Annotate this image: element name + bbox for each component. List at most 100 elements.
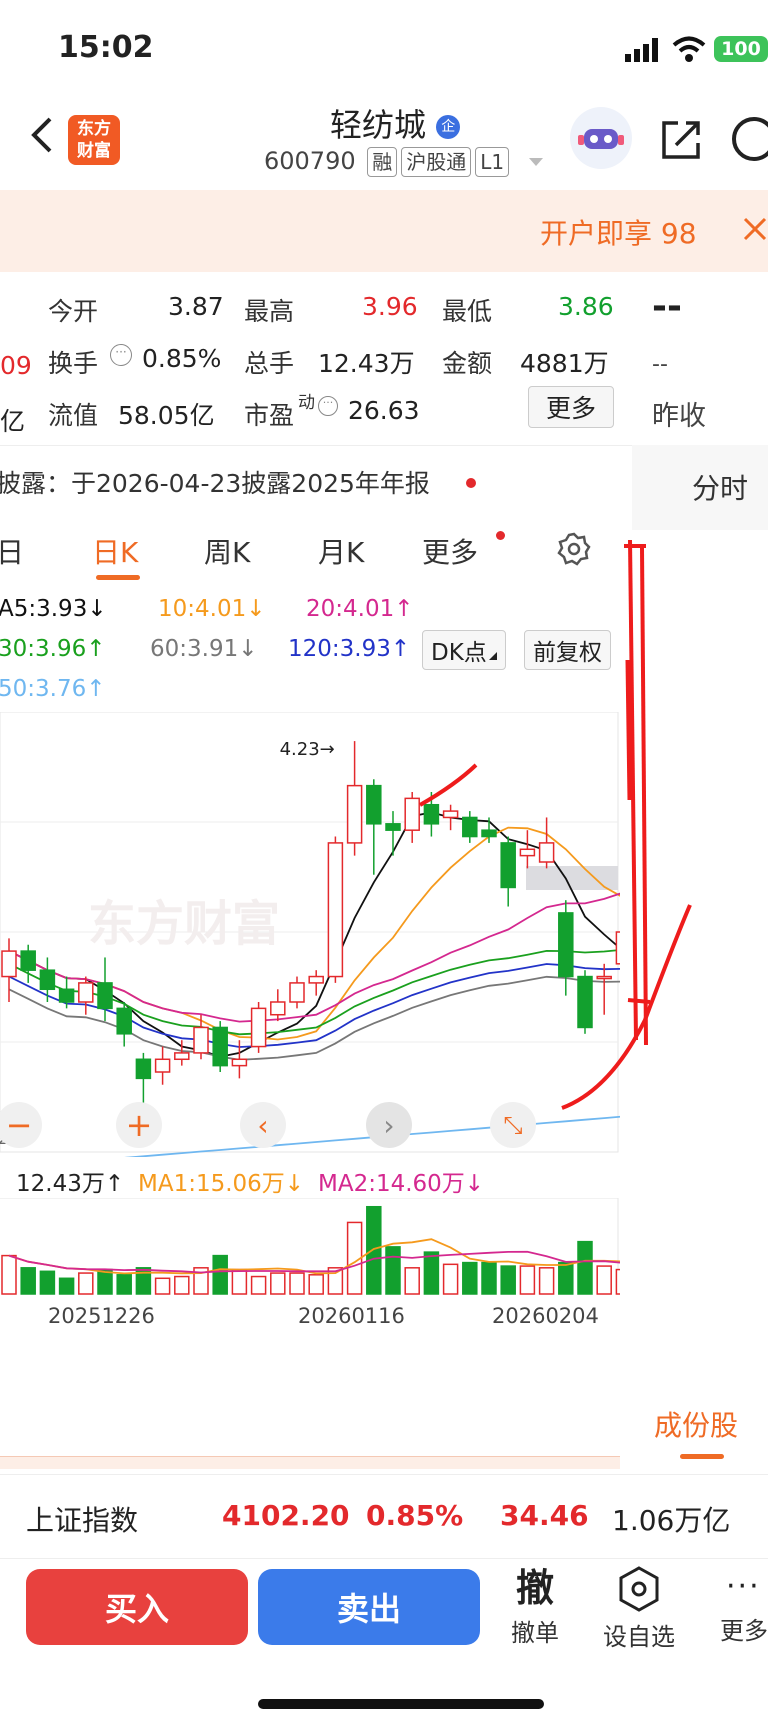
back-icon[interactable] — [28, 115, 54, 159]
volume-bar — [366, 1205, 382, 1295]
buy-button[interactable]: 买入 — [26, 1569, 248, 1645]
candle-body — [231, 1058, 248, 1067]
candle-body — [615, 931, 620, 965]
candle-body — [558, 912, 574, 978]
tab-monthly-k[interactable]: 月K — [318, 531, 364, 571]
candle-body — [442, 810, 459, 819]
signal-icon — [625, 38, 661, 66]
volume-bar — [39, 1270, 56, 1295]
tab-more[interactable]: 更多 — [422, 531, 478, 571]
side-tab-constituents[interactable]: 成份股 — [632, 1388, 768, 1468]
stock-code-row: 600790 融沪股通 L1 — [264, 147, 543, 177]
volume-bar — [20, 1267, 36, 1295]
volume-bar — [596, 1265, 612, 1295]
dk-point-button[interactable]: DK点 — [422, 630, 506, 670]
cap-edge-unit: 亿 — [0, 407, 26, 436]
label-float-cap: 流值 — [48, 401, 99, 430]
candle-body — [174, 1052, 190, 1061]
share-icon[interactable] — [658, 117, 704, 167]
index-price: 4102.20 — [222, 1499, 350, 1532]
zoom-in-button[interactable]: + — [116, 1102, 162, 1148]
candle-body — [1, 950, 17, 978]
chevron-down-icon[interactable] — [528, 158, 543, 166]
more-label: 更多 — [720, 1617, 768, 1645]
app-logo: 东方 财富 — [68, 115, 120, 165]
volume-bar — [135, 1267, 152, 1295]
disclosure-bar[interactable]: 披露：于2026-04-23披露2025年年报 — [0, 445, 632, 516]
kline-chart[interactable]: 东方财富4.23→2 — [0, 712, 620, 1157]
gear-icon[interactable] — [556, 531, 592, 571]
candle-body — [500, 842, 516, 889]
chart-controls: − + ‹ › ⤡ — [0, 1100, 620, 1150]
value-low: 3.86 — [558, 292, 614, 321]
candle-body — [423, 803, 440, 825]
prev-close-label: 昨收 — [652, 401, 706, 432]
zoom-out-button[interactable]: − — [0, 1102, 42, 1148]
candle-body — [135, 1058, 152, 1080]
info-icon[interactable]: ··· — [110, 344, 132, 366]
candle-body — [577, 975, 593, 1029]
label-pe-sup: 动 — [298, 393, 315, 413]
candle-body — [250, 1007, 267, 1048]
candle-body — [193, 1026, 209, 1054]
volume-bar — [577, 1240, 593, 1295]
info-icon-pe[interactable]: ··· — [318, 396, 338, 416]
close-icon[interactable] — [742, 214, 768, 250]
side-tab-timeshare-label: 分时 — [692, 472, 749, 505]
candle-body — [519, 848, 536, 857]
ma60-value: 60:3.91↓ — [150, 636, 258, 662]
volume-bar — [1, 1254, 17, 1295]
chevron-left-icon[interactable]: ‹ — [240, 1102, 286, 1148]
candle-body — [404, 797, 420, 831]
ma120-value: 120:3.93↑ — [288, 636, 411, 662]
volume-bar — [231, 1268, 248, 1295]
candle-body — [39, 969, 56, 991]
date-label-2: 20260116 — [298, 1304, 405, 1328]
prev-close-sub: -- — [652, 352, 668, 377]
index-volume: 1.06万亿 — [612, 1504, 731, 1537]
volume-ma2: MA2:14.60万↓ — [318, 1171, 485, 1197]
more-button[interactable]: 更多 — [528, 386, 614, 428]
sell-button[interactable]: 卖出 — [258, 1569, 480, 1645]
candle-body — [270, 1001, 286, 1016]
chevron-right-icon[interactable]: › — [366, 1102, 412, 1148]
side-tab-timeshare[interactable]: 分时 — [632, 445, 768, 530]
volume-ma1: MA1:15.06万↓ — [138, 1171, 305, 1197]
forward-adjust-button[interactable]: 前复权 — [524, 630, 611, 670]
robot-avatar-icon[interactable] — [570, 107, 632, 169]
volume-bar — [308, 1274, 324, 1295]
volume-bar — [289, 1272, 305, 1295]
label-pe: 市盈 — [244, 401, 295, 430]
tab-weekly-k[interactable]: 周K — [204, 531, 250, 571]
fullscreen-icon[interactable]: ⤡ — [490, 1102, 536, 1148]
more-menu-button[interactable]: ··· 更多 — [710, 1563, 768, 1653]
tab-day-partial[interactable]: 日 — [0, 531, 24, 571]
promo-banner[interactable]: 开户即享 98 — [0, 190, 768, 272]
cancel-order-button[interactable]: 撤 撤单 — [500, 1563, 570, 1653]
high-price-label: 4.23→ — [280, 739, 335, 760]
value-turnover: 0.85% — [142, 344, 222, 373]
volume-bar — [174, 1275, 190, 1295]
label-amount: 金额 — [442, 349, 493, 378]
ma-legend: A5:3.93↓ 10:4.01↓ 20:4.01↑ 30:3.96↑ 60:3… — [0, 588, 632, 708]
volume-chart[interactable] — [0, 1198, 620, 1296]
candle-body — [385, 823, 401, 831]
status-time: 15:02 — [58, 30, 154, 65]
side-panel-top: -- -- 昨收 — [632, 272, 768, 442]
candle-body — [308, 975, 324, 984]
index-bar[interactable]: 上证指数 4102.20 0.85% 34.46 1.06万亿 — [0, 1474, 768, 1559]
enterprise-badge: 企 — [436, 115, 461, 139]
add-watchlist-button[interactable]: 设自选 — [596, 1563, 682, 1653]
volume-bar — [615, 1268, 620, 1295]
candle-body — [462, 816, 478, 838]
volume-bar — [116, 1274, 132, 1295]
index-change: 34.46 — [500, 1499, 589, 1532]
search-icon[interactable] — [732, 117, 768, 161]
volume-bar — [538, 1267, 555, 1295]
quote-panel: 09 亿 今开 3.87 最高 3.96 最低 3.86 换手 ··· 0.85… — [0, 272, 630, 442]
candle-body — [366, 784, 382, 825]
cancel-icon: 撤 — [515, 1566, 554, 1610]
candle-body — [327, 842, 344, 978]
side-tab-constituents-label: 成份股 — [654, 1409, 739, 1442]
tab-daily-k[interactable]: 日K — [92, 531, 138, 571]
